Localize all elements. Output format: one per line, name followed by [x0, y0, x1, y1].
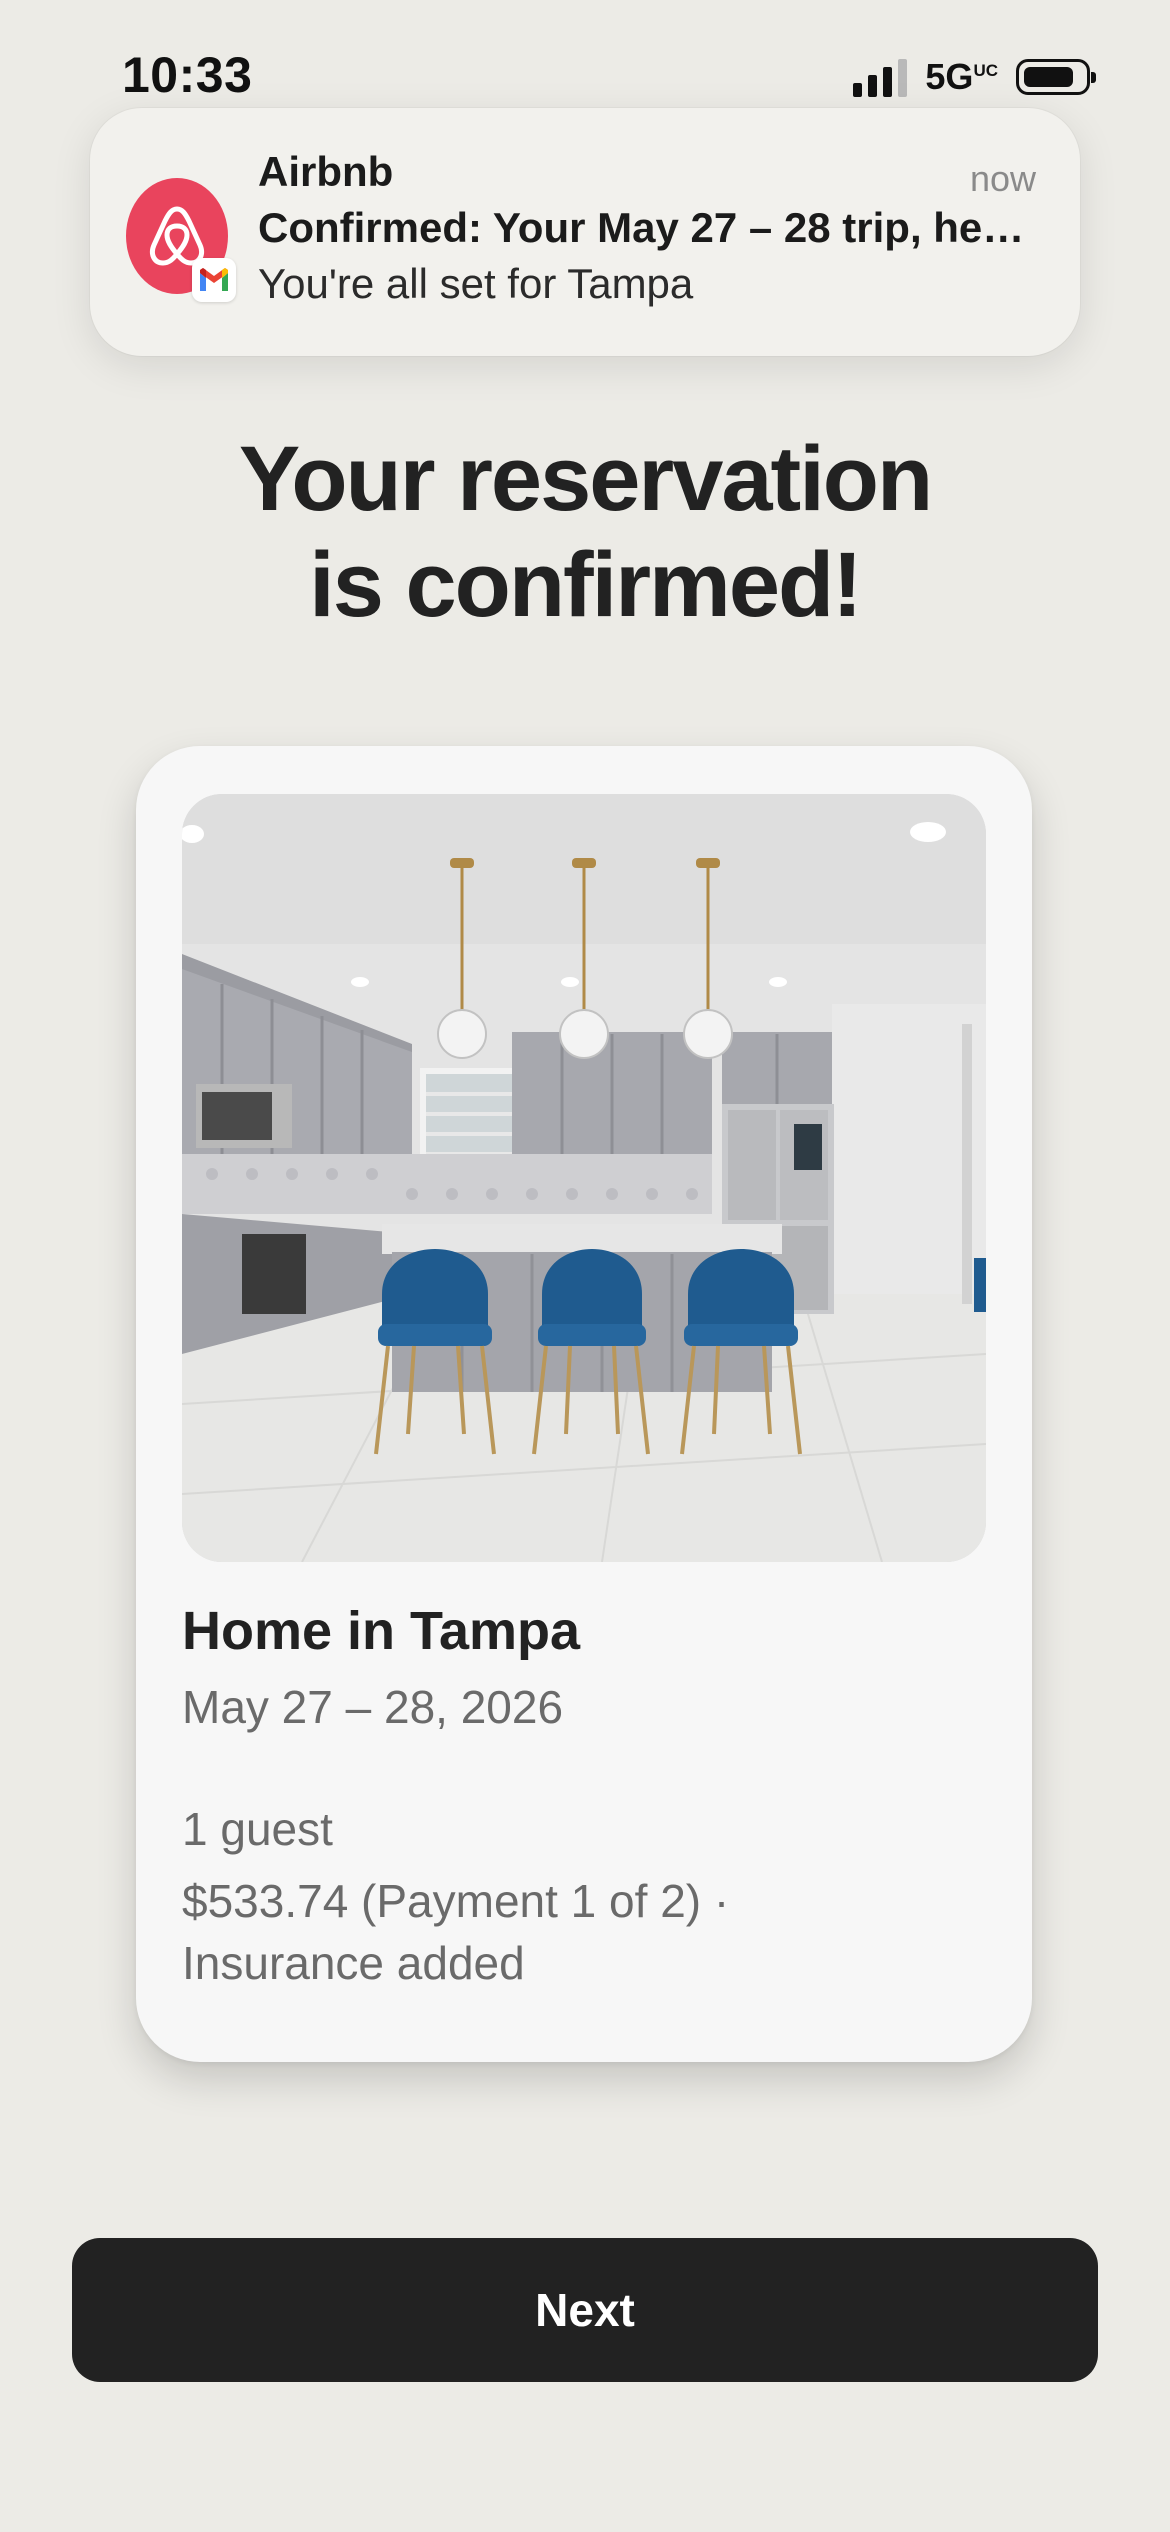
- listing-payment: $533.74 (Payment 1 of 2) · Insurance add…: [182, 1875, 730, 1989]
- screen: 10:33 5GUC Airbnb now Confirmed: Your Ma…: [0, 0, 1170, 2532]
- network-type: 5GUC: [925, 56, 998, 97]
- listing-title: Home in Tampa: [182, 1601, 581, 1661]
- notification-app-icon: [126, 172, 236, 302]
- notification-body: You're all set for Tampa: [258, 260, 694, 307]
- battery-level: [1024, 67, 1073, 87]
- page-title-line-1: Your reservation: [238, 428, 933, 530]
- kitchen-photo: [182, 794, 986, 1562]
- reservation-card[interactable]: Home in Tampa May 27 – 28, 2026 1 guest …: [136, 746, 1032, 2062]
- notification-title: Confirmed: Your May 27 – 28 trip, here’…: [258, 204, 1038, 251]
- listing-dates: May 27 – 28, 2026: [182, 1681, 564, 1733]
- cellular-signal-icon: [853, 57, 908, 97]
- gmail-badge-icon: [192, 258, 236, 302]
- listing-photo: [182, 794, 986, 1562]
- notification-time: now: [969, 158, 1036, 199]
- page-title: Your reservation is confirmed!: [0, 426, 1170, 638]
- status-indicators: 5GUC: [853, 56, 1096, 98]
- listing-guests: 1 guest: [182, 1803, 333, 1855]
- status-time: 10:33: [122, 47, 253, 103]
- notification-app-name: Airbnb: [258, 148, 394, 195]
- notification-banner[interactable]: Airbnb now Confirmed: Your May 27 – 28 t…: [90, 108, 1080, 356]
- next-button[interactable]: Next: [72, 2238, 1098, 2382]
- page-title-line-2: is confirmed!: [309, 534, 863, 636]
- battery-icon: [1016, 59, 1096, 95]
- status-bar: 10:33 5GUC: [0, 0, 1170, 110]
- network-suffix: UC: [973, 61, 998, 80]
